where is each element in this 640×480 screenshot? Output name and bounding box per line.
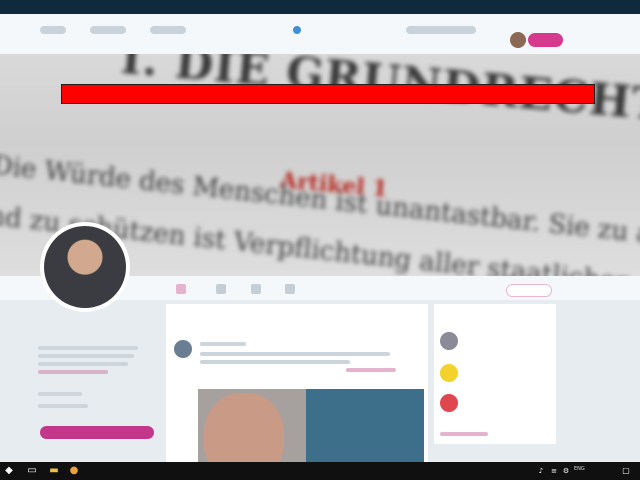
browser-top-bar [0, 0, 640, 14]
speaker-icon[interactable]: ♪ [535, 465, 547, 477]
timeline [166, 304, 428, 462]
tweet-button[interactable] [528, 33, 563, 47]
profile-tab-following[interactable] [216, 284, 226, 294]
network-icon[interactable]: ≡ [548, 465, 560, 477]
settings-icon[interactable]: ⚙ [560, 465, 572, 477]
suggestion-avatar[interactable] [440, 364, 458, 382]
nav-notifications-link[interactable] [150, 26, 186, 34]
follow-button[interactable] [506, 284, 552, 297]
sidebar-action-button[interactable] [40, 426, 154, 439]
tweet-avatar[interactable] [174, 340, 192, 358]
tweet-text-line [200, 360, 350, 364]
image-panel [306, 389, 424, 462]
redaction-bar [61, 84, 595, 104]
bio-link[interactable] [38, 370, 108, 374]
profile-avatar[interactable] [40, 222, 130, 312]
nav-moments-link[interactable] [90, 26, 126, 34]
bio-line [38, 362, 128, 366]
tweet-author[interactable] [200, 342, 246, 346]
tweet-link[interactable] [346, 368, 396, 372]
location-line [38, 392, 82, 396]
profile-sidebar [38, 316, 156, 446]
image-person [204, 393, 284, 462]
bio-line [38, 346, 138, 350]
profile-photo [44, 226, 126, 308]
bird-logo-icon[interactable] [293, 26, 301, 34]
profile-tab-tweets[interactable] [176, 284, 186, 294]
search-input[interactable] [406, 26, 476, 34]
who-to-follow-panel [434, 304, 556, 444]
browser-icon[interactable]: ● [68, 465, 80, 477]
joined-line [38, 404, 88, 408]
bio-line [38, 354, 134, 358]
suggestion-avatar[interactable] [440, 394, 458, 412]
tweet-image[interactable] [198, 389, 424, 462]
suggestion-avatar[interactable] [440, 332, 458, 350]
task-view-icon[interactable]: ▭ [26, 465, 38, 477]
avatar[interactable] [510, 32, 526, 48]
tweet-text-line [200, 352, 390, 356]
show-more-link[interactable] [440, 432, 488, 436]
nav-home-link[interactable] [40, 26, 66, 34]
file-explorer-icon[interactable]: ▬ [48, 465, 60, 477]
profile-tab-likes[interactable] [285, 284, 295, 294]
language-indicator[interactable]: ENG [574, 466, 585, 472]
start-icon[interactable]: ◆ [3, 465, 15, 477]
profile-tab-followers[interactable] [251, 284, 261, 294]
notification-icon[interactable]: ▢ [620, 465, 632, 477]
